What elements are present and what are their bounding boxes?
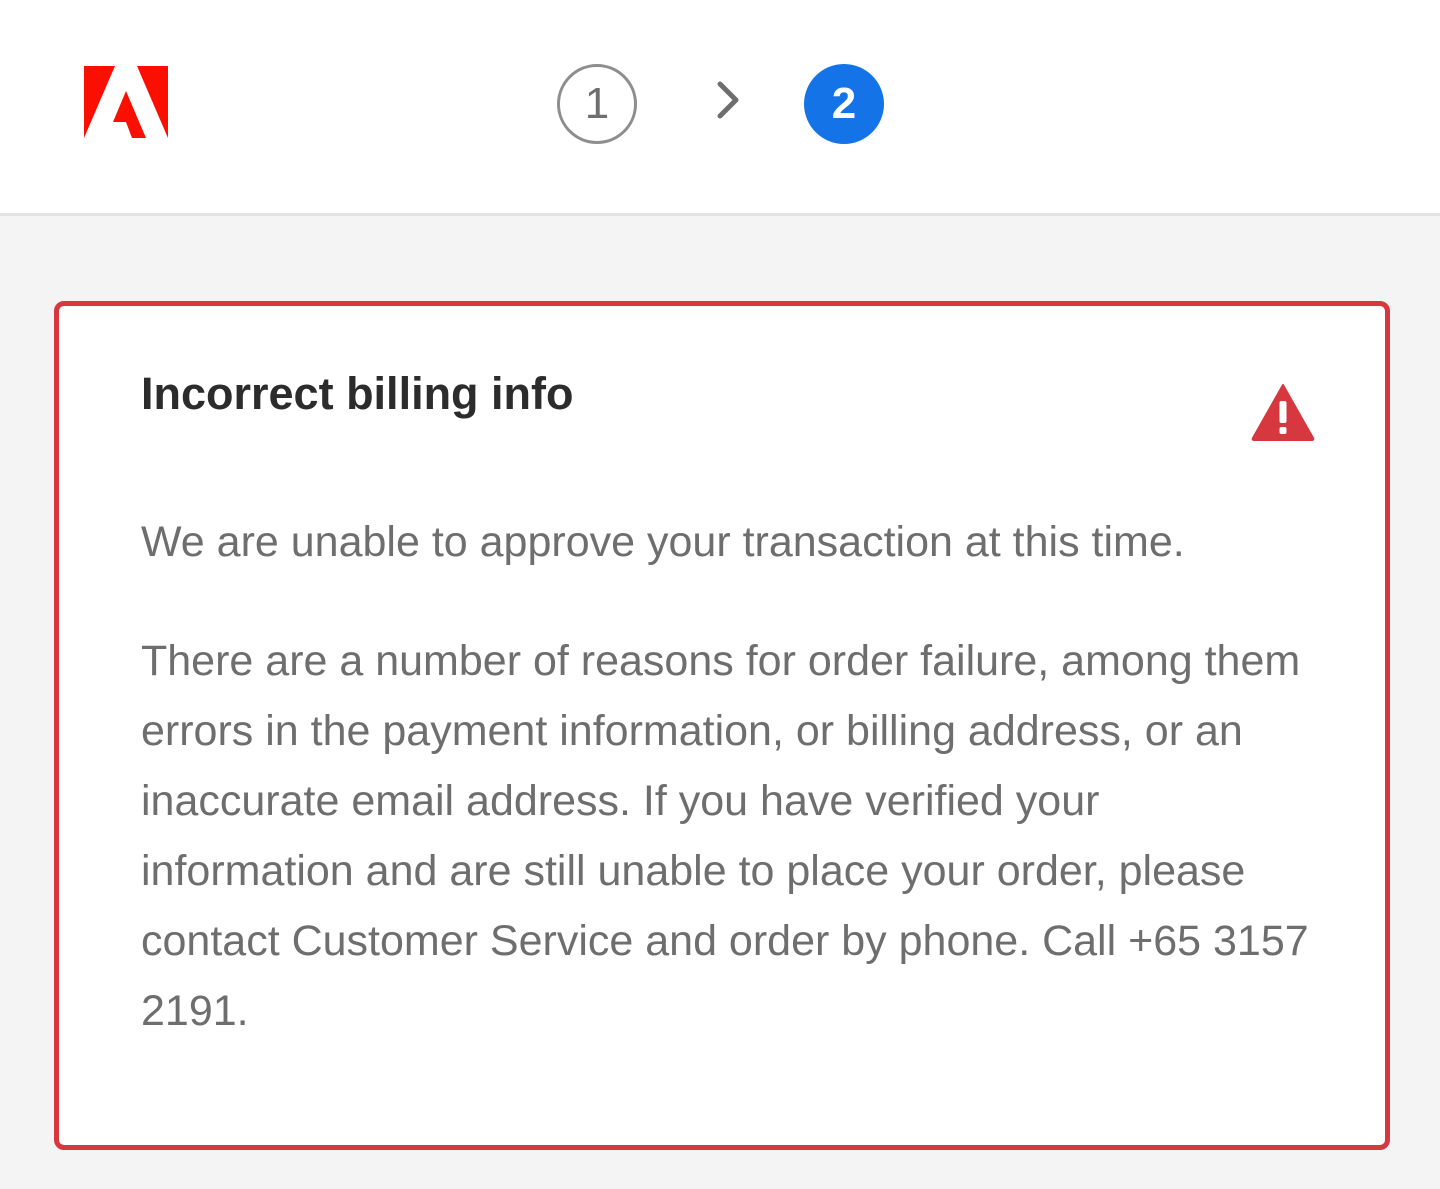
checkout-header: 1 2 [0,0,1440,216]
step-2-number: 2 [831,79,857,128]
step-1-indicator: 1 [557,64,637,144]
error-details: There are a number of reasons for order … [141,637,1309,1035]
adobe-logo-icon[interactable] [84,66,168,138]
error-message: We are unable to approve your transactio… [141,518,1185,566]
error-card: Incorrect billing info We are unable to … [54,301,1390,1150]
error-title: Incorrect billing info [141,368,574,419]
step-1-number: 1 [584,79,610,128]
step-2-indicator: 2 [804,64,884,144]
alert-triangle-icon [1251,384,1315,441]
chevron-right-icon [717,81,739,119]
